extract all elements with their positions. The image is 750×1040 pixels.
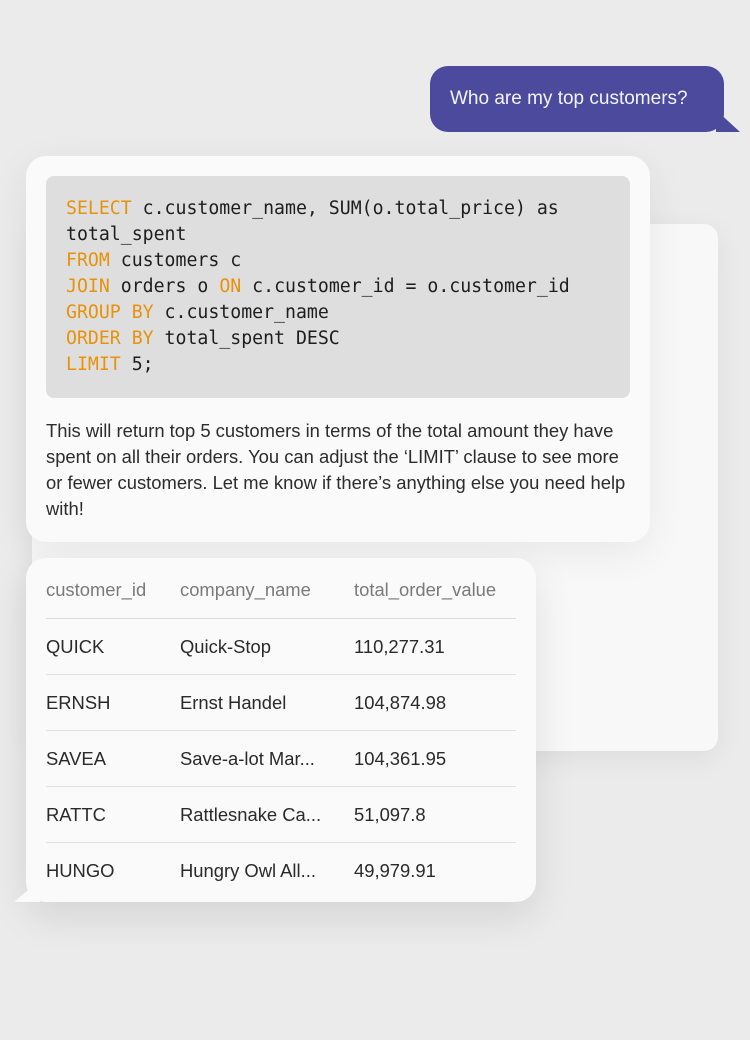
sql-text: total_spent bbox=[66, 224, 187, 245]
sql-keyword: JOIN bbox=[66, 276, 110, 297]
table-row[interactable]: SAVEA Save-a-lot Mar... 104,361.95 bbox=[46, 730, 516, 787]
sql-text: c.customer_name, SUM(o.total_price) as bbox=[131, 198, 559, 219]
table-row[interactable]: ERNSH Ernst Handel 104,874.98 bbox=[46, 674, 516, 731]
cell-total-order-value: 51,097.8 bbox=[354, 786, 516, 843]
sql-line: ORDER BY total_spent DESC bbox=[66, 328, 340, 349]
cell-customer-id: RATTC bbox=[46, 786, 180, 843]
cell-company-name: Ernst Handel bbox=[180, 674, 354, 731]
sql-line: LIMIT 5; bbox=[66, 354, 154, 375]
sql-text: c.customer_id = o.customer_id bbox=[241, 276, 570, 297]
column-header-company-name[interactable]: company_name bbox=[180, 562, 354, 619]
sql-keyword: SELECT bbox=[66, 198, 132, 219]
sql-keyword: LIMIT bbox=[66, 354, 121, 375]
user-bubble-tail bbox=[716, 110, 740, 132]
sql-line: GROUP BY c.customer_name bbox=[66, 302, 329, 323]
sql-code-block[interactable]: SELECT c.customer_name, SUM(o.total_pric… bbox=[46, 176, 630, 398]
cell-customer-id: SAVEA bbox=[46, 730, 180, 787]
cell-customer-id: QUICK bbox=[46, 618, 180, 675]
sql-text: c.customer_name bbox=[153, 302, 329, 323]
cell-customer-id: ERNSH bbox=[46, 674, 180, 731]
sql-line: JOIN orders o ON c.customer_id = o.custo… bbox=[66, 276, 570, 297]
sql-text: customers c bbox=[109, 250, 242, 271]
table-row[interactable]: QUICK Quick-Stop 110,277.31 bbox=[46, 618, 516, 675]
table-row[interactable]: HUNGO Hungry Owl All... 49,979.91 bbox=[46, 843, 516, 899]
column-header-total-order-value[interactable]: total_order_value bbox=[354, 562, 516, 619]
table-bubble-tail bbox=[14, 880, 40, 902]
cell-total-order-value: 104,361.95 bbox=[354, 730, 516, 787]
user-message-text: Who are my top customers? bbox=[450, 88, 688, 109]
cell-customer-id: HUNGO bbox=[46, 859, 115, 881]
sql-code: SELECT c.customer_name, SUM(o.total_pric… bbox=[66, 196, 570, 378]
table-header-row: customer_id company_name total_order_val… bbox=[46, 562, 516, 619]
cell-total-order-value: 104,874.98 bbox=[354, 674, 516, 731]
column-header-customer-id[interactable]: customer_id bbox=[46, 562, 180, 619]
results-table-card: customer_id company_name total_order_val… bbox=[14, 558, 536, 902]
cell-company-name: Quick-Stop bbox=[180, 618, 354, 675]
sql-keyword: GROUP BY bbox=[66, 302, 154, 323]
assistant-response-card: SELECT c.customer_name, SUM(o.total_pric… bbox=[26, 156, 650, 542]
sql-line: FROM customers c bbox=[66, 250, 241, 271]
results-table: customer_id company_name total_order_val… bbox=[46, 562, 516, 898]
cell-company-name: Save-a-lot Mar... bbox=[180, 730, 354, 787]
cell-company-name: Rattlesnake Ca... bbox=[180, 786, 354, 843]
sql-text: 5; bbox=[120, 354, 154, 375]
sql-keyword: ON bbox=[219, 276, 242, 297]
sql-text: total_spent DESC bbox=[153, 328, 340, 349]
sql-line: total_spent bbox=[66, 224, 186, 245]
assistant-explanation: This will return top 5 customers in term… bbox=[46, 420, 626, 519]
cell-company-name: Hungry Owl All... bbox=[180, 859, 316, 881]
sql-keyword: ORDER BY bbox=[66, 328, 154, 349]
sql-keyword: FROM bbox=[66, 250, 110, 271]
sql-line: SELECT c.customer_name, SUM(o.total_pric… bbox=[66, 198, 559, 219]
cell-total-order-value: 110,277.31 bbox=[354, 618, 516, 675]
cell-total-order-value: 49,979.91 bbox=[354, 859, 436, 881]
sql-text: orders o bbox=[109, 276, 220, 297]
user-message-bubble: Who are my top customers? bbox=[430, 66, 740, 132]
table-row[interactable]: RATTC Rattlesnake Ca... 51,097.8 bbox=[46, 786, 516, 843]
